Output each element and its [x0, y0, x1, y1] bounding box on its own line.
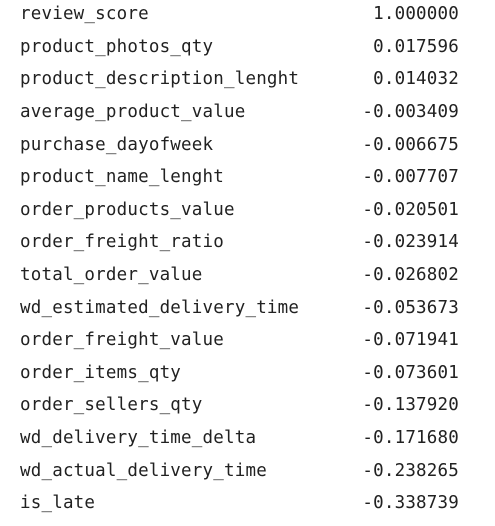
- row-label: wd_actual_delivery_time: [20, 460, 267, 481]
- row-value: -0.007707: [362, 167, 459, 188]
- row-label: average_product_value: [20, 102, 246, 123]
- row-value: -0.023914: [362, 232, 459, 253]
- output-row: review_score 1.000000: [0, 0, 495, 31]
- output-row: product_name_lenght -0.007707: [0, 161, 495, 194]
- row-label: review_score: [20, 4, 149, 25]
- output-row: wd_actual_delivery_time -0.238265: [0, 454, 495, 487]
- row-label: order_freight_ratio: [20, 232, 224, 253]
- row-label: order_items_qty: [20, 362, 182, 383]
- output-row: purchase_dayofweek -0.006675: [0, 128, 495, 161]
- row-label: purchase_dayofweek: [20, 134, 214, 155]
- output-row: order_sellers_qty -0.137920: [0, 389, 495, 422]
- output-row: wd_estimated_delivery_time -0.053673: [0, 291, 495, 324]
- row-value: -0.171680: [362, 428, 459, 449]
- output-row: order_freight_value -0.071941: [0, 324, 495, 357]
- row-value: -0.073601: [362, 362, 459, 383]
- output-row: product_photos_qty 0.017596: [0, 31, 495, 64]
- correlation-output: review_score 1.000000 product_photos_qty…: [0, 0, 495, 526]
- row-value: -0.003409: [362, 102, 459, 123]
- row-label: product_description_lenght: [20, 69, 300, 90]
- row-label: total_order_value: [20, 265, 203, 286]
- output-row: order_products_value -0.020501: [0, 194, 495, 227]
- output-row: product_description_lenght 0.014032: [0, 63, 495, 96]
- row-label: product_name_lenght: [20, 167, 224, 188]
- row-label: wd_estimated_delivery_time: [20, 297, 300, 318]
- row-label: order_freight_value: [20, 330, 224, 351]
- row-value: 1.000000: [373, 4, 459, 25]
- row-value: 0.014032: [373, 69, 459, 90]
- output-row: is_late -0.338739: [0, 487, 495, 520]
- row-label: order_products_value: [20, 199, 235, 220]
- row-value: 0.017596: [373, 36, 459, 57]
- output-row: order_items_qty -0.073601: [0, 357, 495, 390]
- row-value: -0.053673: [362, 297, 459, 318]
- row-label: product_photos_qty: [20, 36, 214, 57]
- output-row: wd_delivery_time_delta -0.171680: [0, 422, 495, 455]
- row-label: is_late: [20, 493, 96, 514]
- output-row: order_freight_ratio -0.023914: [0, 226, 495, 259]
- output-row: total_order_value -0.026802: [0, 259, 495, 292]
- row-value: -0.338739: [362, 493, 459, 514]
- row-value: -0.137920: [362, 395, 459, 416]
- row-value: -0.006675: [362, 134, 459, 155]
- row-label: wd_delivery_time_delta: [20, 428, 257, 449]
- output-row: average_product_value -0.003409: [0, 96, 495, 129]
- row-value: -0.238265: [362, 460, 459, 481]
- row-label: order_sellers_qty: [20, 395, 203, 416]
- row-value: -0.026802: [362, 265, 459, 286]
- row-value: -0.071941: [362, 330, 459, 351]
- row-value: -0.020501: [362, 199, 459, 220]
